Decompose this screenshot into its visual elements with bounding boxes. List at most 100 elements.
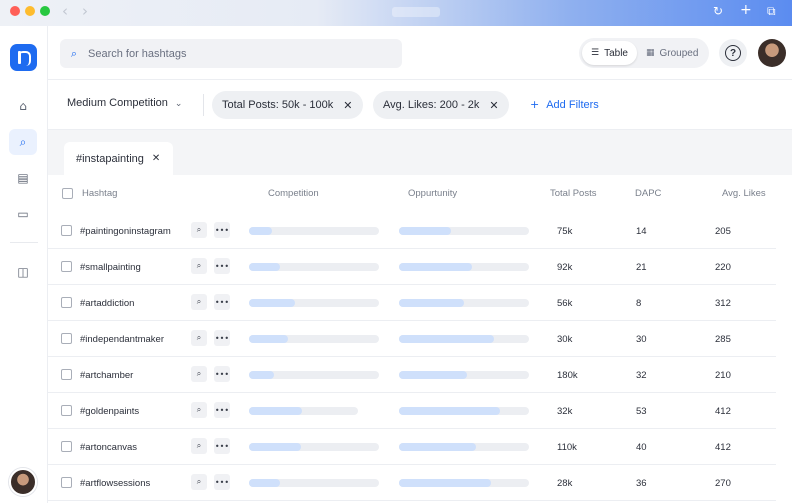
reload-icon[interactable]: ↻: [713, 4, 723, 18]
search-icon[interactable]: ⌕: [191, 366, 207, 382]
more-icon[interactable]: •••: [214, 366, 230, 382]
total-posts-value: 92k: [557, 262, 573, 273]
more-icon[interactable]: •••: [214, 438, 230, 454]
tab-instapainting[interactable]: #instapainting ✕: [64, 142, 173, 175]
more-icon[interactable]: •••: [214, 330, 230, 346]
hashtag-name[interactable]: #goldenpaints: [80, 406, 139, 417]
back-arrow-icon[interactable]: ‹: [62, 2, 68, 20]
chevron-down-icon: ⌄: [174, 99, 183, 109]
minimize-window-button[interactable]: [25, 6, 35, 16]
search-icon[interactable]: ⌕: [191, 294, 207, 310]
opportunity-bar: [399, 299, 529, 307]
table-icon: ☰: [591, 48, 600, 58]
column-hashtag[interactable]: Hashtag: [82, 188, 117, 199]
table-view-button[interactable]: ☰ Table: [582, 41, 637, 65]
window-title: [392, 7, 440, 17]
table-row[interactable]: #artflowsessions ⌕ ••• 28k 36 270: [48, 465, 776, 501]
hashtag-name[interactable]: #artaddiction: [80, 298, 134, 309]
hashtag-table: Hashtag Competition Oppurtunity Total Po…: [48, 175, 792, 503]
select-all-checkbox[interactable]: [62, 188, 73, 199]
zoom-window-button[interactable]: [40, 6, 50, 16]
close-icon[interactable]: ✕: [489, 99, 498, 112]
more-icon[interactable]: •••: [214, 474, 230, 490]
row-checkbox[interactable]: [61, 297, 72, 308]
close-icon[interactable]: ✕: [152, 153, 160, 164]
user-avatar[interactable]: [758, 39, 786, 67]
home-icon[interactable]: ⌂: [9, 93, 37, 119]
row-checkbox[interactable]: [61, 441, 72, 452]
hashtag-name[interactable]: #artflowsessions: [80, 478, 150, 489]
opportunity-bar: [399, 335, 529, 343]
table-row[interactable]: #paintingoninstagram ⌕ ••• 75k 14 205: [48, 213, 776, 249]
opportunity-fill: [399, 299, 464, 307]
table-row[interactable]: #artoncanvas ⌕ ••• 110k 40 412: [48, 429, 776, 465]
search-icon[interactable]: ⌕: [9, 129, 37, 155]
help-button[interactable]: ?: [719, 39, 747, 67]
search-icon[interactable]: ⌕: [191, 330, 207, 346]
opportunity-bar: [399, 407, 529, 415]
avg-likes-value: 210: [715, 370, 731, 381]
search-icon[interactable]: ⌕: [191, 474, 207, 490]
library-icon[interactable]: ◫: [9, 259, 37, 285]
dapc-value: 30: [636, 334, 647, 345]
competition-dropdown[interactable]: Medium Competition ⌄: [67, 97, 182, 109]
more-icon[interactable]: •••: [214, 222, 230, 238]
hashtag-name[interactable]: #paintingoninstagram: [80, 226, 171, 237]
competition-bar: [249, 227, 379, 235]
sidebar-divider: [10, 242, 38, 243]
more-icon[interactable]: •••: [214, 294, 230, 310]
analytics-icon[interactable]: ▤: [9, 165, 37, 191]
row-checkbox[interactable]: [61, 225, 72, 236]
opportunity-fill: [399, 407, 500, 415]
search-icon[interactable]: ⌕: [191, 222, 207, 238]
opportunity-bar: [399, 479, 529, 487]
grouped-view-button[interactable]: ▦ Grouped: [637, 41, 707, 65]
dapc-value: 14: [636, 226, 647, 237]
row-checkbox[interactable]: [61, 405, 72, 416]
column-opportunity[interactable]: Oppurtunity: [408, 188, 457, 199]
search-input[interactable]: [88, 47, 388, 60]
close-window-button[interactable]: [10, 6, 20, 16]
row-checkbox[interactable]: [61, 369, 72, 380]
more-icon[interactable]: •••: [214, 258, 230, 274]
competition-bar: [249, 299, 379, 307]
hashtag-name[interactable]: #artchamber: [80, 370, 133, 381]
close-icon[interactable]: ✕: [343, 99, 352, 112]
hashtag-name[interactable]: #smallpainting: [80, 262, 141, 273]
table-row[interactable]: #artaddiction ⌕ ••• 56k 8 312: [48, 285, 776, 321]
table-row[interactable]: #smallpainting ⌕ ••• 92k 21 220: [48, 249, 776, 285]
row-checkbox[interactable]: [61, 477, 72, 488]
table-row[interactable]: #goldenpaints ⌕ ••• 32k 53 412: [48, 393, 776, 429]
folder-icon[interactable]: ▭: [9, 201, 37, 227]
total-posts-value: 28k: [557, 478, 573, 489]
sidebar-avatar[interactable]: [9, 468, 37, 496]
competition-bar: [249, 443, 379, 451]
table-row[interactable]: #artchamber ⌕ ••• 180k 32 210: [48, 357, 776, 393]
search-icon[interactable]: ⌕: [191, 258, 207, 274]
search-bar[interactable]: ⌕: [60, 39, 402, 68]
new-tab-icon[interactable]: +: [740, 2, 752, 18]
app-logo[interactable]: [10, 44, 37, 71]
hashtag-name[interactable]: #independantmaker: [80, 334, 164, 345]
table-row[interactable]: #independantmaker ⌕ ••• 30k 30 285: [48, 321, 776, 357]
row-checkbox[interactable]: [61, 333, 72, 344]
table-header: Hashtag Competition Oppurtunity Total Po…: [48, 175, 792, 213]
add-filters-button[interactable]: + Add Filters: [530, 98, 599, 111]
opportunity-bar: [399, 443, 529, 451]
hashtag-name[interactable]: #artoncanvas: [80, 442, 137, 453]
row-checkbox[interactable]: [61, 261, 72, 272]
total-posts-value: 75k: [557, 226, 573, 237]
search-icon[interactable]: ⌕: [191, 438, 207, 454]
filter-chip-avg-likes[interactable]: Avg. Likes: 200 - 2k ✕: [373, 91, 509, 119]
column-competition[interactable]: Competition: [268, 188, 319, 199]
column-avg-likes[interactable]: Avg. Likes: [722, 188, 766, 199]
search-icon[interactable]: ⌕: [191, 402, 207, 418]
more-icon[interactable]: •••: [214, 402, 230, 418]
tabs-overview-icon[interactable]: ⧉: [767, 4, 776, 19]
column-total-posts[interactable]: Total Posts: [550, 188, 596, 199]
forward-arrow-icon[interactable]: ›: [82, 2, 88, 20]
filter-chip-total-posts[interactable]: Total Posts: 50k - 100k ✕: [212, 91, 363, 119]
plus-icon: +: [530, 98, 540, 111]
column-dapc[interactable]: DAPC: [635, 188, 661, 199]
total-posts-value: 56k: [557, 298, 573, 309]
